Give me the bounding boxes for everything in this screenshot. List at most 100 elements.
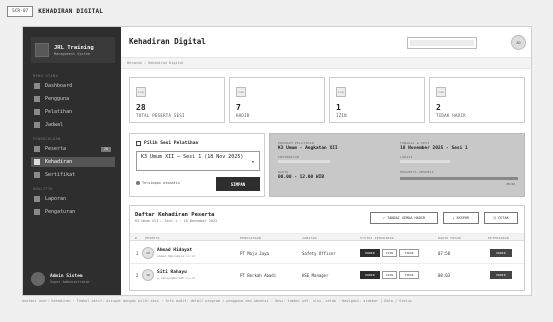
header-avatar[interactable]: AD bbox=[511, 35, 526, 50]
col-header: PERUSAHAAN bbox=[240, 236, 262, 240]
chevron-down-icon: ▼ bbox=[251, 160, 254, 164]
sidebar-item-label: Peserta bbox=[45, 146, 67, 152]
auto-save-status: Tersimpan otomatis bbox=[136, 181, 180, 185]
col-header: WAKTU MASUK bbox=[438, 236, 462, 240]
breadcrumb: Beranda › Kehadiran Digital bbox=[121, 57, 531, 69]
attendance-icon bbox=[34, 159, 40, 165]
table-header: # PESERTA PERUSAHAAN JABATAN STATUS KEHA… bbox=[130, 233, 524, 241]
app-frame: JRL Training Management System MENU UTAM… bbox=[22, 26, 532, 296]
avatar bbox=[31, 272, 45, 286]
company: PT Berkah Abadi bbox=[240, 273, 277, 278]
training-label: PROGRAM PELATIHAN bbox=[278, 141, 314, 145]
annotation-footer: Anotasi user: Kehadiran · Tombol aktif: … bbox=[22, 299, 412, 303]
participant-email: s.rahayu@berkah.co.id bbox=[157, 276, 195, 280]
screen-tag: SCR-07 bbox=[7, 5, 34, 17]
table-row: 1 AH Ahmad Hidayat ahmad.h@pramaja.co.id… bbox=[130, 242, 524, 264]
status-permission-toggle[interactable]: IZIN bbox=[382, 249, 397, 257]
nav-section-training: PENGELOLAAN bbox=[33, 137, 61, 141]
sidebar-item-dashboard[interactable]: Dashboard bbox=[31, 81, 115, 91]
save-button[interactable]: SIMPAN bbox=[216, 177, 260, 191]
cross-icon: icon bbox=[436, 87, 446, 97]
certificate-icon bbox=[34, 172, 40, 178]
main-content: Kehadiran Digital AD Beranda › Kehadiran… bbox=[121, 27, 531, 295]
progress-label: PROGRESS ABSENSI bbox=[400, 170, 434, 174]
progress-text: 28/28 bbox=[506, 182, 516, 186]
status-absent-toggle[interactable]: TIDAK bbox=[399, 271, 419, 279]
status-absent-toggle[interactable]: TIDAK bbox=[399, 249, 419, 257]
stat-label: TIDAK HADIR bbox=[436, 113, 466, 118]
export-button[interactable]: ⤓ EKSPOR bbox=[443, 212, 479, 224]
calendar-icon bbox=[34, 122, 40, 128]
position: Safety Officer bbox=[302, 251, 336, 256]
status-permission-toggle[interactable]: IZIN bbox=[382, 271, 397, 279]
print-button[interactable]: ⎙ CETAK bbox=[484, 212, 518, 224]
attendance-list-card: Daftar Kehadiran Peserta K3 Umum XII — S… bbox=[129, 205, 525, 291]
sidebar-item-label: Pelatihan bbox=[45, 109, 73, 115]
sidebar-item-label: Kehadiran bbox=[45, 159, 73, 165]
training-value: K3 Umum - Angkatan XII bbox=[278, 146, 338, 151]
screen-title: KEHADIRAN DIGITAL bbox=[38, 7, 104, 15]
list-title: Daftar Kehadiran Peserta bbox=[135, 212, 215, 218]
status-present-toggle[interactable]: HADIR bbox=[360, 249, 380, 257]
stat-card-present: icon 7 HADIR bbox=[229, 77, 325, 123]
col-header: JABATAN bbox=[302, 236, 317, 240]
check-icon: icon bbox=[236, 87, 246, 97]
participants-icon bbox=[34, 146, 40, 152]
user-role: Super Administrator bbox=[50, 280, 91, 284]
sidebar-item-schedule[interactable]: Jadwal bbox=[31, 120, 115, 130]
sidebar-item-label: Pengguna bbox=[45, 96, 70, 102]
picker-title: Pilih Sesi Pelatihan bbox=[136, 141, 198, 146]
avatar: AH bbox=[142, 247, 154, 259]
search-input[interactable] bbox=[407, 37, 477, 49]
location-label: LOKASI bbox=[400, 155, 413, 159]
stat-card-total: icon 28 TOTAL PESERTA SESI bbox=[129, 77, 225, 123]
status-dot-icon bbox=[136, 181, 140, 185]
logo-icon bbox=[35, 43, 49, 57]
participant-email: ahmad.h@pramaja.co.id bbox=[157, 254, 195, 258]
dashboard-icon bbox=[34, 83, 40, 89]
sidebar: JRL Training Management System MENU UTAM… bbox=[23, 27, 121, 295]
screen-header: SCR-07 KEHADIRAN DIGITAL bbox=[0, 0, 553, 22]
brand[interactable]: JRL Training Management System bbox=[31, 37, 115, 63]
user-profile[interactable]: Admin Sistem Super Administrator bbox=[31, 272, 90, 286]
report-icon bbox=[34, 196, 40, 202]
nav-section-main: MENU UTAMA bbox=[33, 74, 59, 78]
sidebar-item-label: Pengaturan bbox=[45, 209, 76, 215]
people-icon: icon bbox=[136, 87, 146, 97]
mark-all-present-button[interactable]: ✓ TANDAI SEMUA HADIR bbox=[370, 212, 438, 224]
time-label: WAKTU bbox=[278, 170, 289, 174]
user-name: Admin Sistem bbox=[50, 274, 83, 279]
avatar: SR bbox=[142, 269, 154, 281]
row-number: 1 bbox=[136, 251, 139, 256]
sidebar-item-attendance[interactable]: Kehadiran bbox=[31, 157, 115, 167]
session-select-value: K3 Umum XII — Sesi 1 (18 Nov 2025) bbox=[141, 154, 244, 160]
users-icon bbox=[34, 96, 40, 102]
sidebar-item-label: Sertifikat bbox=[45, 172, 76, 178]
sidebar-item-trainings[interactable]: Pelatihan bbox=[31, 107, 115, 117]
brand-name: JRL Training bbox=[54, 44, 94, 51]
status-present-toggle[interactable]: HADIR bbox=[360, 271, 380, 279]
stat-value: 1 bbox=[336, 103, 341, 112]
sidebar-item-users[interactable]: Pengguna bbox=[31, 94, 115, 104]
row-number: 2 bbox=[136, 273, 139, 278]
calendar-icon bbox=[136, 141, 141, 146]
sidebar-item-certificates[interactable]: Sertifikat bbox=[31, 170, 115, 180]
page-title: Kehadiran Digital bbox=[129, 37, 206, 46]
progress-bar bbox=[400, 177, 518, 180]
stat-value: 7 bbox=[236, 103, 241, 112]
nav-section-reports: ANALITIK bbox=[33, 187, 54, 191]
session-picker-card: Pilih Sesi Pelatihan K3 Umum XII — Sesi … bbox=[129, 133, 265, 197]
session-select[interactable]: K3 Umum XII — Sesi 1 (18 Nov 2025) ▼ bbox=[136, 151, 260, 171]
col-header: STATUS KEHADIRAN bbox=[360, 236, 394, 240]
stat-card-permission: icon 1 IZIN bbox=[329, 77, 425, 123]
check-in-time: 08:03 bbox=[438, 273, 451, 278]
training-icon bbox=[34, 109, 40, 115]
participant-name: Siti Rahayu bbox=[157, 270, 187, 275]
status-badge: HADIR bbox=[490, 271, 512, 279]
stat-value: 28 bbox=[136, 103, 146, 112]
sidebar-item-reports[interactable]: Laporan bbox=[31, 194, 115, 204]
sidebar-item-settings[interactable]: Pengaturan bbox=[31, 207, 115, 217]
stat-label: TOTAL PESERTA SESI bbox=[136, 113, 185, 118]
sidebar-item-participants[interactable]: Peserta 28 bbox=[31, 144, 115, 154]
time-value: 08.00 - 12.00 WIB bbox=[278, 175, 325, 180]
